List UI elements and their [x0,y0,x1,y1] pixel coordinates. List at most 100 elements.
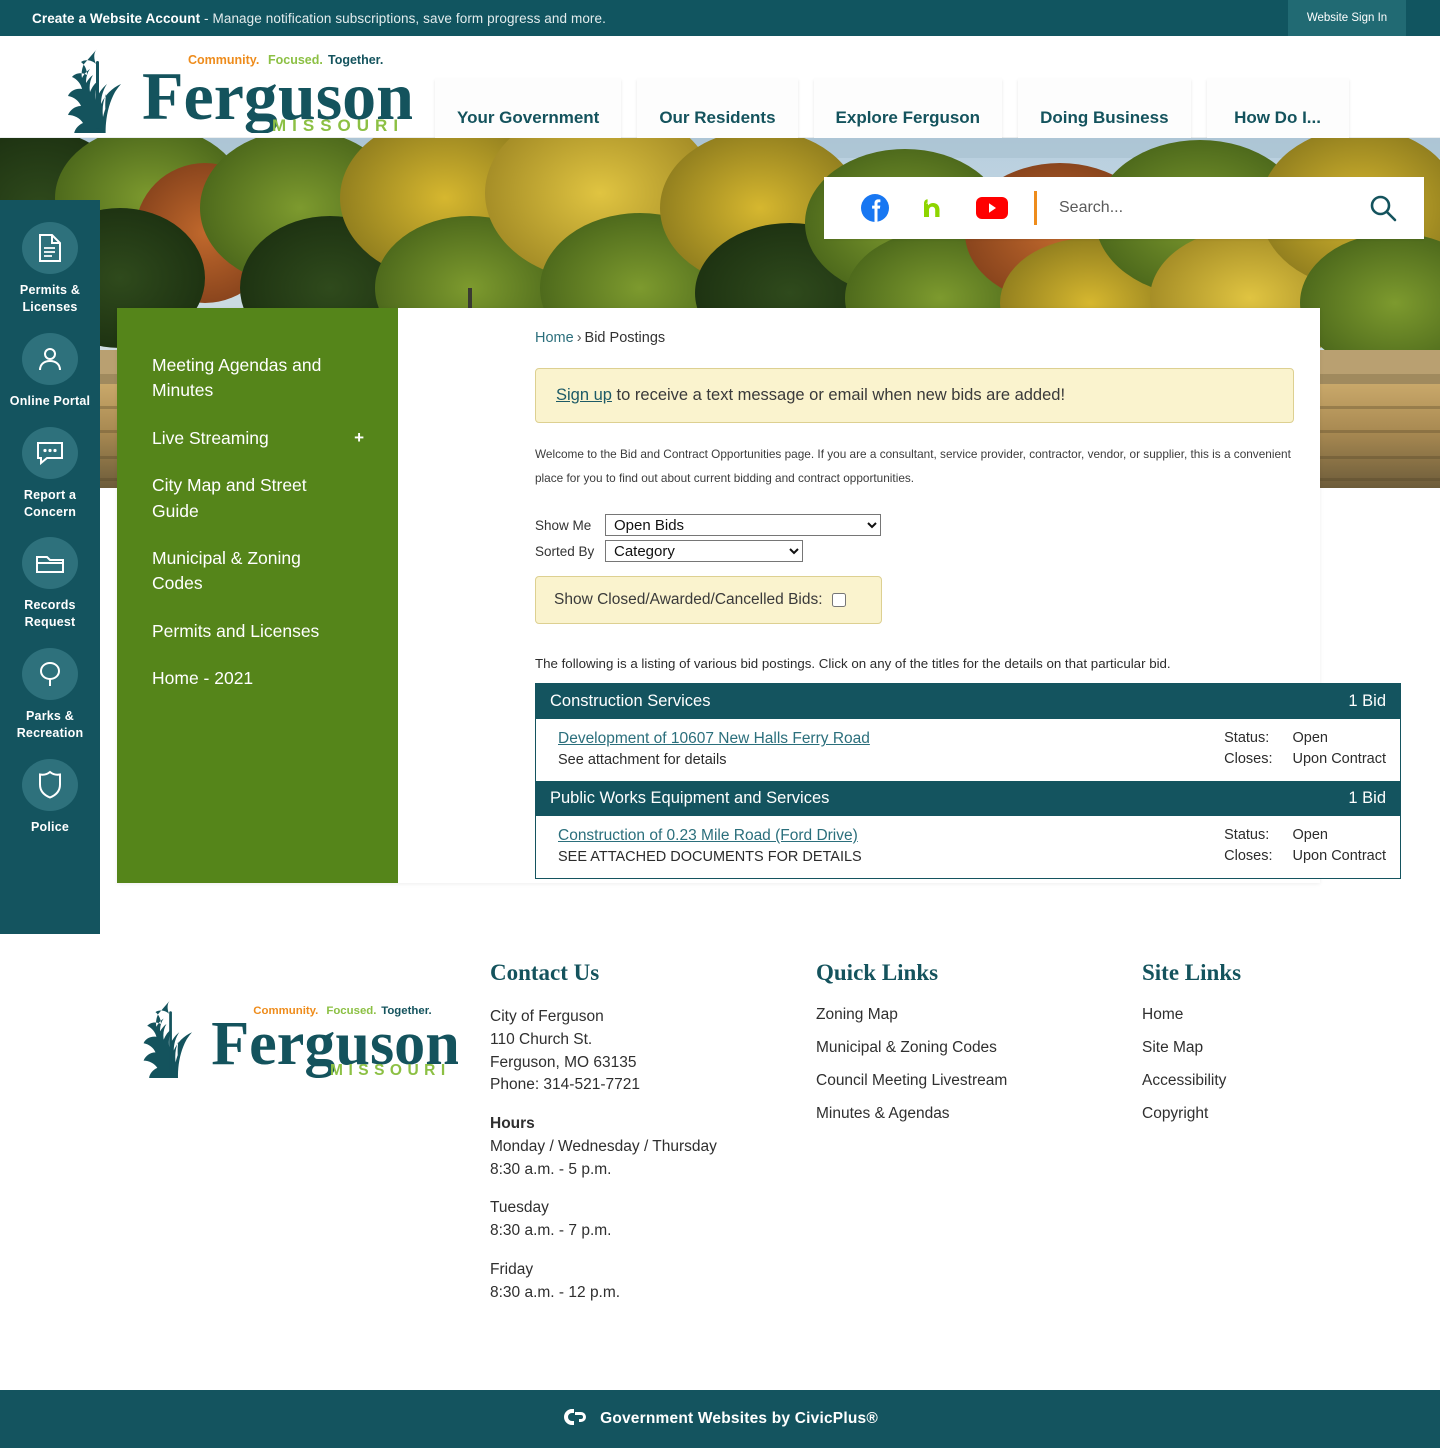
user-icon [22,332,78,385]
bid-status-key: Status: [1224,827,1270,844]
subnav-item-municipal-zoning-codes[interactable]: Municipal & Zoning Codes [117,535,398,608]
main-content: Home › Bid Postings Sign up to receive a t… [398,308,1401,880]
footer-link-copyright[interactable]: Copyright [1142,1105,1402,1123]
subnav-item-live-streaming[interactable]: Live Streaming + [117,415,398,462]
subnav-label: Meeting Agendas and Minutes [152,355,322,401]
sign-up-link[interactable]: Sign up [556,386,612,404]
breadcrumb-home-link[interactable]: Home [535,330,574,346]
site-header: Community. Focused. Together. Ferguson M… [0,36,1440,158]
bid-description: SEE ATTACHED DOCUMENTS FOR DETAILS [558,849,862,866]
show-closed-bids-checkbox[interactable] [831,593,846,608]
site-logo[interactable]: Community. Focused. Together. Ferguson M… [40,41,412,133]
footer-link-home[interactable]: Home [1142,1006,1402,1024]
footer-link-minutes-agendas[interactable]: Minutes & Agendas [816,1105,1142,1123]
tree-icon [22,648,78,701]
nextdoor-icon[interactable] [918,193,948,223]
signup-notice-text: to receive a text message or email when … [611,386,1066,404]
chat-bubble-icon [22,426,78,479]
footer-link-zoning-map[interactable]: Zoning Map [816,1006,1142,1024]
breadcrumb-separator: › [576,330,582,346]
subnav-label: Permits and Licenses [152,620,320,641]
subnav-expand-icon[interactable]: + [354,426,364,451]
rail-item-records-request[interactable]: Records Request [0,537,100,631]
create-account-text: Create a Website Account - Manage notifi… [32,11,606,26]
bid-info: Development of 10607 New Halls Ferry Roa… [558,730,870,768]
sorted-by-row: Sorted By Category [535,540,1294,563]
search-divider [1034,191,1037,225]
bid-info: Construction of 0.23 Mile Road (Ford Dri… [558,827,862,865]
bid-category-header-public-works: Public Works Equipment and Services 1 Bi… [536,781,1400,817]
rail-item-police[interactable]: Police [0,758,100,836]
footer-site-links-column: Site Links Home Site Map Accessibility C… [1142,960,1402,1305]
bid-closes-value: Upon Contract [1292,751,1387,768]
footer-city-state-zip: Ferguson, MO 63135 [490,1053,637,1071]
bid-category-name: Construction Services [550,692,711,711]
subnav-label: Municipal & Zoning Codes [152,547,301,594]
footer-hours-line: Friday [490,1261,534,1279]
quick-action-rail: Permits & Licenses Online Portal Report … [0,200,100,934]
bid-title-link[interactable]: Construction of 0.23 Mile Road (Ford Dri… [558,827,862,845]
subnav-item-home-2021[interactable]: Home - 2021 [117,655,398,702]
table-row[interactable]: Construction of 0.23 Mile Road (Ford Dri… [536,816,1400,879]
bid-closes-key: Closes: [1224,751,1273,768]
footer-link-council-meeting-livestream[interactable]: Council Meeting Livestream [816,1072,1142,1090]
bid-description: See attachment for details [558,752,727,769]
search-button[interactable] [1368,193,1398,223]
search-input[interactable] [1059,199,1368,217]
facebook-icon[interactable] [860,193,890,223]
footer-site-links-heading: Site Links [1142,960,1242,985]
social-links [860,193,1008,223]
document-icon [22,222,78,274]
police-badge-icon [22,758,78,811]
svg-text:MISSOURI: MISSOURI [272,116,404,133]
create-account-link[interactable]: Create a Website Account [32,11,200,26]
rail-item-parks-recreation[interactable]: Parks & Recreation [0,648,100,742]
show-closed-bids-label: Show Closed/Awarded/Cancelled Bids: [554,591,823,609]
footer-hours-line: Tuesday [490,1199,549,1217]
footer-link-municipal-zoning-codes[interactable]: Municipal & Zoning Codes [816,1039,1142,1057]
section-navigation: Meeting Agendas and Minutes Live Streami… [117,308,398,883]
show-me-label: Show Me [535,517,592,533]
site-footer: Community. Focused. Together. Ferguson M… [0,940,1440,1390]
bid-title-link[interactable]: Development of 10607 New Halls Ferry Roa… [558,730,870,748]
show-me-row: Show Me Open Bids [535,514,1294,537]
footer-link-site-map[interactable]: Site Map [1142,1039,1402,1057]
bid-meta: Status: Open Closes: Upon Contract [1224,827,1386,865]
sorted-by-select[interactable]: Category [605,540,803,563]
bid-category-count: 1 Bid [1348,789,1386,808]
footer-link-accessibility[interactable]: Accessibility [1142,1072,1402,1090]
subnav-item-meeting-agendas[interactable]: Meeting Agendas and Minutes [117,342,398,415]
civicplus-bar: Government Websites by CivicPlus® [0,1390,1440,1448]
footer-hours-heading: Hours [490,1115,535,1133]
rail-item-permits-licenses[interactable]: Permits & Licenses [0,222,100,316]
footer-logo[interactable]: Community. Focused. Together. Ferguson M… [118,960,490,1305]
rail-label: Online Portal [9,393,91,408]
subnav-label: Live Streaming [152,427,269,448]
footer-hours-line: 8:30 a.m. - 5 p.m. [490,1160,612,1178]
footer-phone: Phone: 314-521-7721 [490,1076,640,1094]
bid-category-count: 1 Bid [1348,692,1386,711]
bid-category-header-construction-services: Construction Services 1 Bid [536,684,1400,720]
cp-logo-icon [562,1407,588,1432]
table-row[interactable]: Development of 10607 New Halls Ferry Roa… [536,719,1400,782]
website-sign-in-button[interactable]: Website Sign In [1288,0,1406,36]
show-me-select[interactable]: Open Bids [605,514,881,537]
subnav-label: Home - 2021 [152,668,254,688]
subnav-item-permits-and-licenses[interactable]: Permits and Licenses [117,608,398,655]
rail-item-report-concern[interactable]: Report a Concern [0,426,100,521]
footer-quick-links-heading: Quick Links [816,960,939,985]
bid-status-value: Open [1292,827,1328,844]
youtube-icon[interactable] [976,196,1008,220]
footer-hours-line: 8:30 a.m. - 7 p.m. [490,1222,612,1240]
bid-closes-key: Closes: [1224,848,1273,865]
rail-label: Report a Concern [23,487,77,519]
breadcrumb: Home › Bid Postings [535,330,1294,346]
svg-text:MISSOURI: MISSOURI [330,1062,451,1078]
folder-icon [22,537,78,590]
subnav-item-city-map[interactable]: City Map and Street Guide [117,462,398,535]
bid-postings-table: Construction Services 1 Bid Development … [535,683,1401,880]
footer-hours-line: 8:30 a.m. - 12 p.m. [490,1283,621,1301]
bid-status-value: Open [1292,730,1328,747]
civicplus-text[interactable]: Government Websites by CivicPlus® [600,1410,878,1428]
rail-item-online-portal[interactable]: Online Portal [0,332,100,410]
